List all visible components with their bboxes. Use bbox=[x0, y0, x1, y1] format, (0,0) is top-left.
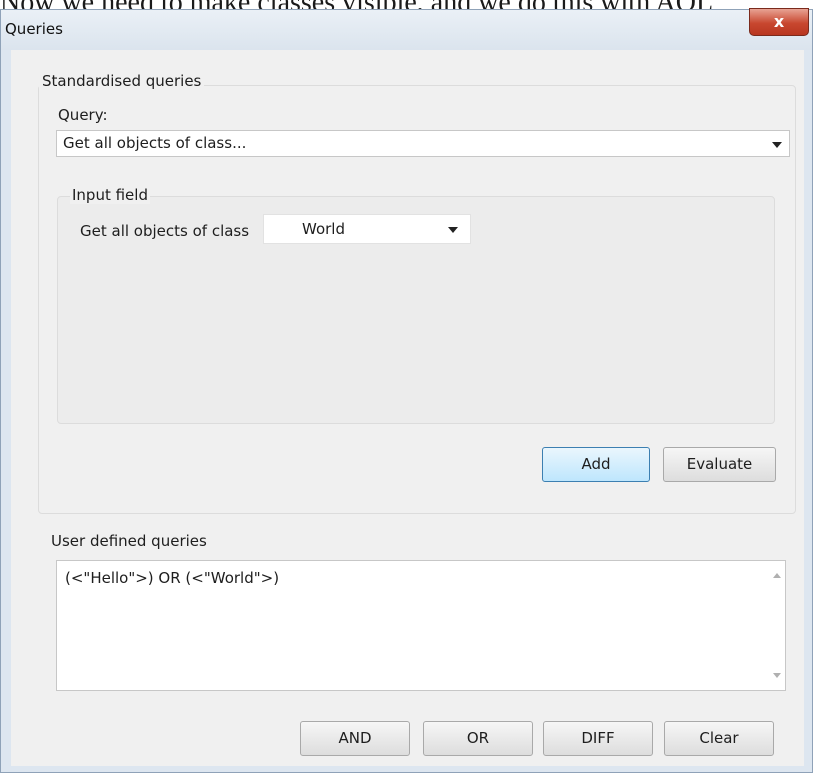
and-button[interactable]: AND bbox=[300, 721, 410, 756]
close-icon: x bbox=[773, 12, 785, 31]
window-title: Queries bbox=[5, 20, 63, 38]
scroll-up-icon[interactable] bbox=[773, 573, 781, 578]
chevron-down-icon bbox=[772, 142, 782, 148]
query-select-value: Get all objects of class... bbox=[63, 134, 247, 152]
class-label: Get all objects of class bbox=[80, 222, 250, 240]
query-label: Query: bbox=[58, 106, 108, 124]
queries-dialog: Queries x Standardised queries Query: Ge… bbox=[0, 8, 813, 773]
clear-button[interactable]: Clear bbox=[664, 721, 774, 756]
standardised-queries-label: Standardised queries bbox=[39, 72, 205, 90]
textarea-scrollbar[interactable] bbox=[768, 561, 785, 690]
query-select[interactable]: Get all objects of class... bbox=[56, 130, 790, 157]
input-field-label: Input field bbox=[70, 186, 150, 204]
user-query-textarea[interactable]: (<"Hello">) OR (<"World">) bbox=[56, 560, 786, 691]
dialog-body: Standardised queries Query: Get all obje… bbox=[11, 50, 804, 766]
class-select-value: World bbox=[302, 220, 345, 238]
diff-button[interactable]: DIFF bbox=[543, 721, 653, 756]
or-button[interactable]: OR bbox=[423, 721, 533, 756]
scroll-down-icon[interactable] bbox=[773, 673, 781, 678]
class-select[interactable]: World bbox=[263, 214, 471, 244]
close-button[interactable]: x bbox=[749, 8, 809, 36]
user-query-text: (<"Hello">) OR (<"World">) bbox=[65, 569, 280, 587]
chevron-down-icon bbox=[448, 227, 458, 233]
title-bar: Queries x bbox=[1, 8, 812, 50]
user-defined-queries-label: User defined queries bbox=[51, 532, 207, 550]
evaluate-button[interactable]: Evaluate bbox=[663, 447, 776, 482]
add-button[interactable]: Add bbox=[542, 447, 650, 482]
